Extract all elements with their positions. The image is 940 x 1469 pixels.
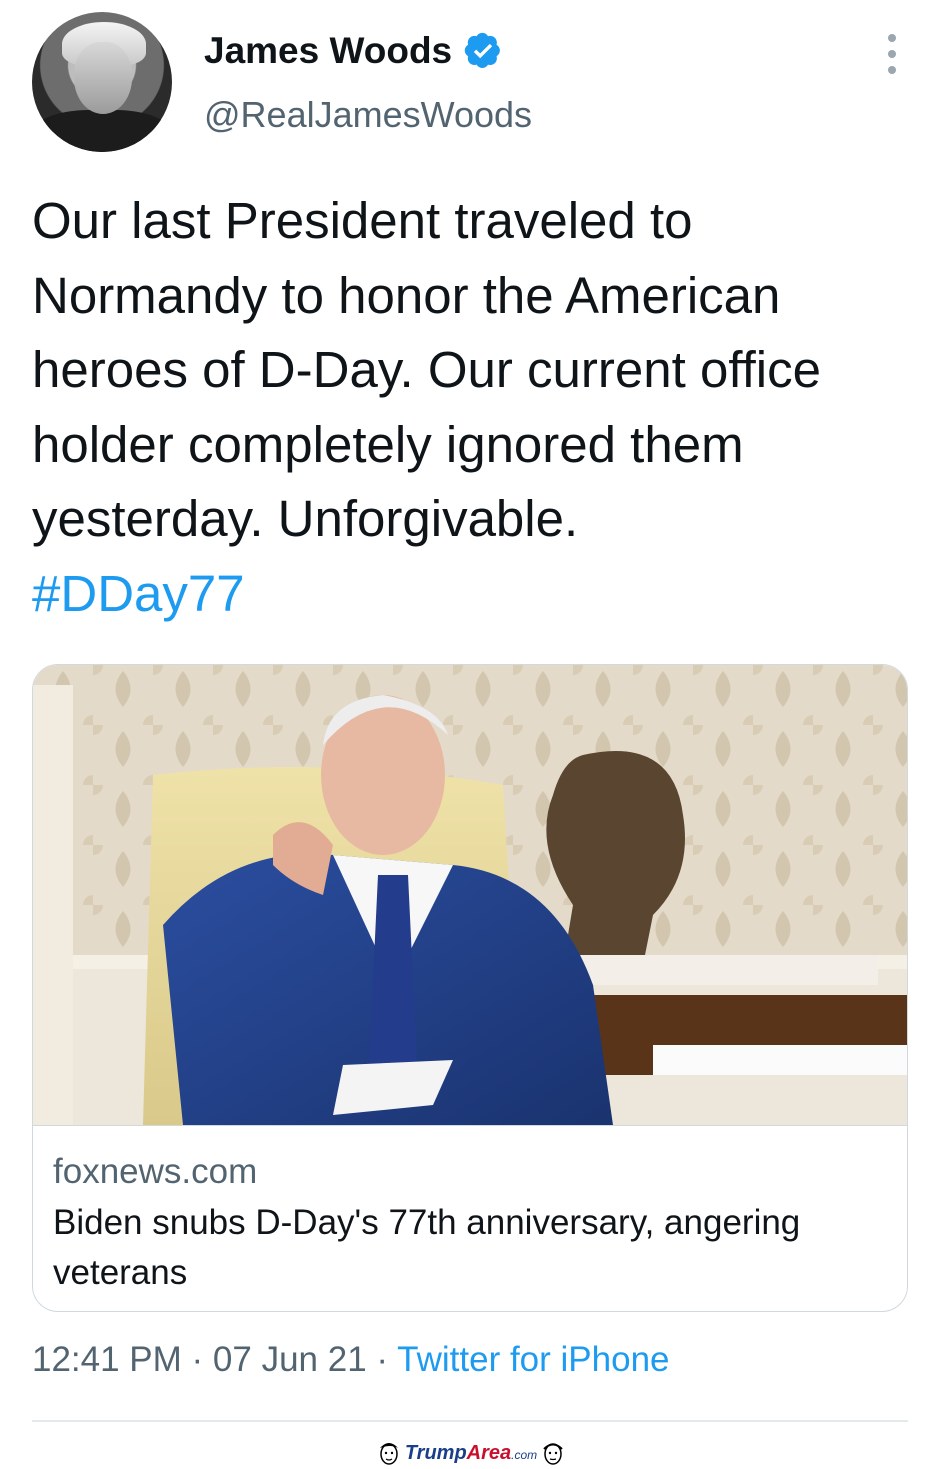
meta-separator-2: · bbox=[366, 1340, 398, 1379]
tweet-text: Our last President traveled to Normandy … bbox=[32, 192, 821, 547]
meta-separator: · bbox=[181, 1340, 213, 1379]
tweet-header: James Woods @RealJamesWoods bbox=[32, 12, 908, 152]
link-card[interactable]: foxnews.com Biden snubs D-Day's 77th ann… bbox=[32, 664, 908, 1312]
link-domain: foxnews.com bbox=[53, 1152, 258, 1191]
news-photo-image bbox=[33, 665, 907, 1125]
avatar[interactable] bbox=[32, 12, 172, 152]
watermark-text: TrumpArea.com bbox=[404, 1441, 538, 1464]
caricature-icon-2 bbox=[543, 1443, 563, 1465]
more-options-icon[interactable] bbox=[886, 34, 898, 74]
caricature-icon bbox=[379, 1443, 398, 1465]
tweet-date[interactable]: 07 Jun 21 bbox=[213, 1340, 367, 1379]
link-title: Biden snubs D-Day's 77th anniversary, an… bbox=[53, 1203, 801, 1292]
author-name[interactable]: James Woods bbox=[204, 30, 452, 72]
watermark: TrumpArea.com bbox=[360, 1438, 582, 1468]
divider bbox=[32, 1420, 908, 1422]
author-name-row[interactable]: James Woods bbox=[204, 30, 502, 72]
hashtag-link[interactable]: #DDay77 bbox=[32, 557, 908, 632]
tweet-meta: 12:41 PM · 07 Jun 21 · Twitter for iPhon… bbox=[32, 1340, 670, 1380]
tweet-body: Our last President traveled to Normandy … bbox=[32, 184, 908, 631]
verified-badge-icon bbox=[464, 32, 500, 68]
tweet-time[interactable]: 12:41 PM bbox=[32, 1340, 182, 1379]
link-card-meta: foxnews.com Biden snubs D-Day's 77th ann… bbox=[33, 1125, 907, 1311]
tweet-source-link[interactable]: Twitter for iPhone bbox=[397, 1340, 669, 1379]
author-handle[interactable]: @RealJamesWoods bbox=[204, 94, 532, 136]
